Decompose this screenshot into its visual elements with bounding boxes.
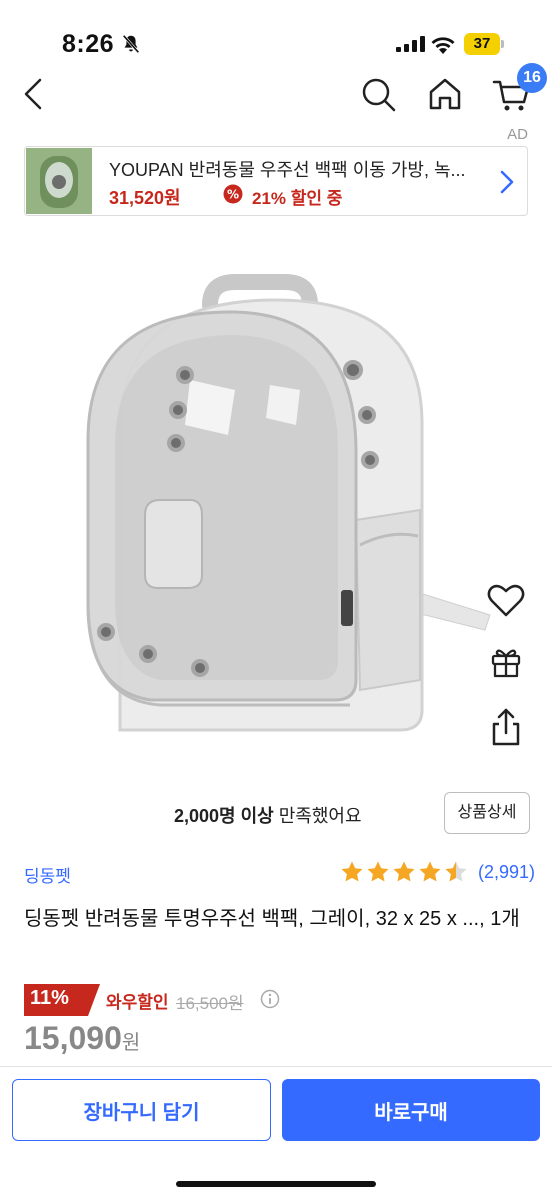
chevron-right-icon bbox=[500, 170, 514, 194]
add-to-cart-button[interactable]: 장바구니 담기 bbox=[12, 1079, 271, 1141]
satisfaction-text: 2,000명 이상 만족했어요 bbox=[174, 802, 362, 828]
share-icon[interactable] bbox=[484, 706, 528, 750]
brand-link[interactable]: 딩동펫 bbox=[24, 862, 71, 887]
star-icon bbox=[341, 861, 363, 882]
sale-price: 15,090원 bbox=[24, 1020, 140, 1057]
ad-price: 31,520원 bbox=[109, 188, 181, 208]
satisfaction-count: 2,000명 이상 bbox=[174, 806, 274, 826]
back-icon[interactable] bbox=[14, 72, 58, 116]
buy-now-button[interactable]: 바로구매 bbox=[282, 1079, 540, 1141]
ad-label: AD bbox=[507, 126, 528, 143]
battery-indicator: 37 bbox=[464, 33, 504, 55]
star-icon bbox=[393, 861, 415, 882]
discount-rate: 11% bbox=[30, 987, 69, 1009]
bell-off-icon bbox=[122, 34, 140, 54]
bottom-action-bar: 장바구니 담기 바로구매 bbox=[0, 1066, 552, 1200]
battery-cap bbox=[501, 40, 504, 48]
wow-discount-label: 와우할인 bbox=[106, 993, 169, 1012]
cart-count-badge: 16 bbox=[517, 63, 547, 93]
product-title: 딩동펫 반려동물 투명우주선 백팩, 그레이, 32 x 25 x ..., 1… bbox=[24, 908, 520, 930]
signal-icon bbox=[396, 36, 425, 52]
info-icon[interactable] bbox=[260, 989, 280, 1009]
search-icon[interactable] bbox=[356, 72, 400, 116]
star-icon bbox=[367, 861, 389, 882]
top-nav bbox=[0, 60, 552, 130]
gift-icon[interactable] bbox=[484, 640, 528, 684]
battery-level: 37 bbox=[464, 33, 500, 55]
svg-text:%: % bbox=[227, 188, 239, 202]
ad-title: YOUPAN 반려동물 우주선 백팩 이동 가방, 녹... bbox=[109, 160, 466, 180]
ad-banner[interactable]: YOUPAN 반려동물 우주선 백팩 이동 가방, 녹... 31,520원 %… bbox=[24, 146, 528, 216]
original-price: 16,500원 bbox=[176, 994, 244, 1013]
product-detail-button[interactable]: 상품상세 bbox=[444, 792, 530, 834]
satisfaction-suffix: 만족했어요 bbox=[273, 806, 362, 826]
heart-icon[interactable] bbox=[484, 578, 528, 622]
status-time: 8:26 bbox=[62, 30, 115, 58]
wifi-icon bbox=[431, 37, 455, 54]
sale-price-value: 15,090 bbox=[24, 1020, 122, 1056]
home-icon[interactable] bbox=[423, 72, 467, 116]
home-indicator bbox=[176, 1181, 376, 1187]
product-image[interactable] bbox=[60, 260, 500, 740]
rating[interactable]: (2,991) bbox=[340, 858, 535, 886]
star-icon bbox=[419, 861, 441, 882]
ad-discount: 21% 할인 중 bbox=[252, 189, 343, 208]
ad-product-thumbnail bbox=[26, 148, 92, 214]
rating-count: (2,991) bbox=[478, 861, 536, 882]
star-half-icon bbox=[445, 861, 467, 882]
sale-price-unit: 원 bbox=[121, 1032, 141, 1054]
discount-percent-icon: % bbox=[223, 184, 243, 204]
